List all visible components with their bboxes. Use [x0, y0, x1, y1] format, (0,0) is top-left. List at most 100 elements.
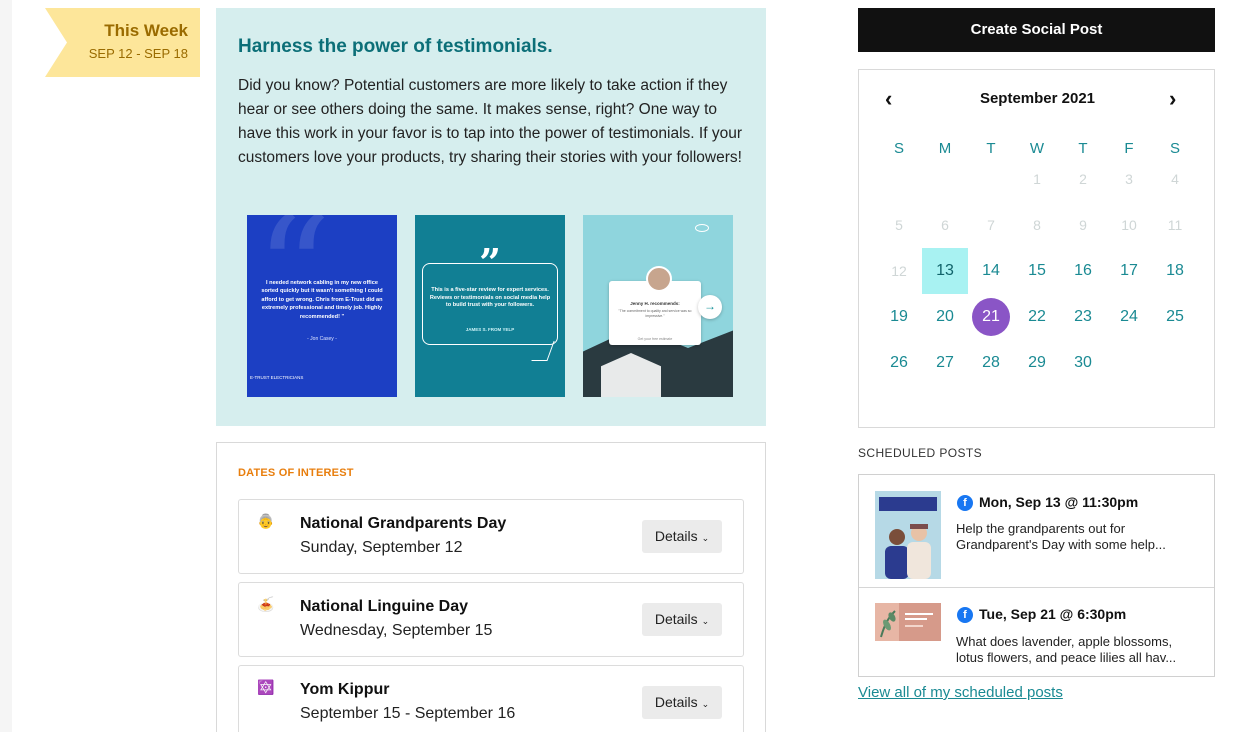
calendar-day[interactable]: 26 [876, 340, 922, 386]
view-all-scheduled-posts-link[interactable]: View all of my scheduled posts [858, 684, 1063, 701]
calendar-day-number: 10 [1121, 217, 1137, 233]
details-button[interactable]: Details ⌄ [642, 686, 722, 719]
date-when: Wednesday, September 15 [300, 622, 493, 639]
calendar-day: 10 [1106, 202, 1152, 248]
calendar-day-number: 6 [941, 217, 949, 233]
scheduled-posts-panel: f Mon, Sep 13 @ 11:30pm Help the grandpa… [858, 474, 1215, 677]
calendar-day[interactable]: 15 [1014, 248, 1060, 294]
dates-of-interest-heading: DATES OF INTEREST [238, 467, 354, 479]
calendar-day: 5 [876, 202, 922, 248]
calendar-day[interactable]: 24 [1106, 294, 1152, 340]
calendar-day[interactable]: 22 [1014, 294, 1060, 340]
scheduled-posts-heading: SCHEDULED POSTS [858, 446, 983, 460]
dates-of-interest-panel: DATES OF INTEREST 👵 National Grandparent… [216, 442, 766, 732]
calendar-day: 6 [922, 202, 968, 248]
calendar-day-number: 20 [936, 308, 954, 325]
calendar-day-number: 11 [1167, 217, 1183, 233]
weekday-label: W [1029, 140, 1045, 157]
post-text: What does lavender, apple blossoms, lotu… [956, 634, 1177, 665]
calendar-day[interactable]: 18 [1152, 248, 1198, 294]
date-name: National Linguine Day [300, 598, 469, 615]
weekday-label: F [1124, 140, 1134, 157]
post-when: Tue, Sep 21 @ 6:30pm [979, 606, 1127, 622]
details-button[interactable]: Details ⌄ [642, 603, 722, 636]
calendar-day-number: 2 [1079, 171, 1087, 187]
grandparent-emoji-icon: 👵 [257, 513, 275, 529]
date-row: 🔯 Yom Kippur September 15 - September 16… [238, 665, 744, 732]
calendar-day[interactable]: 27 [922, 340, 968, 386]
chevron-right-icon[interactable]: › [1169, 86, 1176, 112]
calendar-day-number: 21 [982, 308, 1000, 325]
calendar-day-number: 28 [982, 354, 1000, 371]
scheduled-post-thumbnail[interactable] [875, 491, 941, 579]
calendar-day: 11 [1152, 202, 1198, 248]
create-social-post-button[interactable]: Create Social Post [858, 8, 1215, 52]
calendar-day[interactable]: 14 [968, 248, 1014, 294]
calendar-day-number: 9 [1079, 217, 1087, 233]
calendar-day[interactable]: 30 [1060, 340, 1106, 386]
example-post-thumbnail-2[interactable]: ” This is a five-star review for expert … [415, 215, 565, 397]
calendar-day-number: 27 [936, 354, 954, 371]
details-label: Details [654, 528, 698, 544]
avatar [646, 266, 672, 292]
date-row: 🍝 National Linguine Day Wednesday, Septe… [238, 582, 744, 657]
weekday-label: T [1078, 140, 1088, 157]
example-2-author: JAMES S. FROM YELP [465, 327, 515, 332]
chevron-down-icon: ⌄ [701, 533, 710, 543]
calendar-day-number: 1 [1033, 171, 1041, 187]
calendar-day: 12 [876, 248, 922, 294]
date-when: September 15 - September 16 [300, 705, 516, 722]
calendar-day-number: 8 [1033, 217, 1041, 233]
calendar-day-number: 23 [1074, 308, 1092, 325]
lavender-illustration [875, 603, 933, 641]
star-of-david-emoji-icon: 🔯 [257, 679, 275, 695]
calendar-day-number: 13 [936, 262, 954, 279]
calendar-day-number: 19 [890, 308, 908, 325]
week-range: SEP 12 - SEP 18 [88, 46, 188, 61]
calendar-day-number: 24 [1120, 308, 1138, 325]
example-post-thumbnail-3[interactable]: Jenny H. recommends: "The commitment to … [583, 215, 733, 397]
example-1-author: - Jon Casey - [307, 336, 337, 342]
calendar-day: 1 [1014, 156, 1060, 202]
tip-title: Harness the power of testimonials. [238, 36, 553, 57]
calendar-day-number: 3 [1125, 171, 1133, 187]
weekday-label: S [893, 140, 904, 157]
facebook-icon: f [957, 495, 973, 511]
calendar-day: 2 [1060, 156, 1106, 202]
quote-mark-icon: ” [479, 240, 501, 285]
calendar-day[interactable]: 16 [1060, 248, 1106, 294]
calendar-day[interactable]: 23 [1060, 294, 1106, 340]
example-post-thumbnail-1[interactable]: “ I needed network cabling in my new off… [247, 215, 397, 397]
example-3-recommends: Jenny H. recommends: [630, 301, 680, 306]
calendar-day[interactable]: 13 [922, 248, 968, 294]
realty-logo-icon [695, 224, 709, 232]
calendar-day[interactable]: 21 [968, 294, 1014, 340]
calendar-day-number: 16 [1074, 262, 1092, 279]
chevron-left-icon[interactable]: ‹ [885, 86, 892, 112]
calendar-day[interactable]: 28 [968, 340, 1014, 386]
post-when: Mon, Sep 13 @ 11:30pm [979, 494, 1139, 510]
calendar-day[interactable]: 25 [1152, 294, 1198, 340]
calendar: September 2021 ‹ › S M T W T F S 1 2 3 4 5 6 7 8 9 10 11 1… [858, 69, 1215, 428]
calendar-day-number: 7 [987, 217, 995, 233]
calendar-day: 9 [1060, 202, 1106, 248]
example-1-text: I needed network cabling in my new offic… [261, 280, 383, 320]
calendar-day[interactable]: 20 [922, 294, 968, 340]
calendar-day[interactable]: 29 [1014, 340, 1060, 386]
calendar-day[interactable]: 19 [876, 294, 922, 340]
example-1-logo: E-TRUST ELECTRICIANS [250, 375, 304, 380]
calendar-day-number: 26 [890, 354, 908, 371]
arrow-right-icon: → [698, 295, 722, 319]
weekday-label: S [1169, 140, 1180, 157]
calendar-day: 7 [968, 202, 1014, 248]
post-text: Help the grandparents out for Grandparen… [956, 521, 1166, 552]
example-3-cta: Get your free estimate [637, 337, 673, 341]
weekday-label: T [986, 140, 996, 157]
scheduled-post-thumbnail[interactable] [875, 603, 941, 641]
calendar-day: 4 [1152, 156, 1198, 202]
details-label: Details [654, 611, 698, 627]
details-label: Details [654, 694, 698, 710]
details-button[interactable]: Details ⌄ [642, 520, 722, 553]
calendar-day[interactable]: 17 [1106, 248, 1152, 294]
calendar-day-number: 5 [895, 217, 903, 233]
